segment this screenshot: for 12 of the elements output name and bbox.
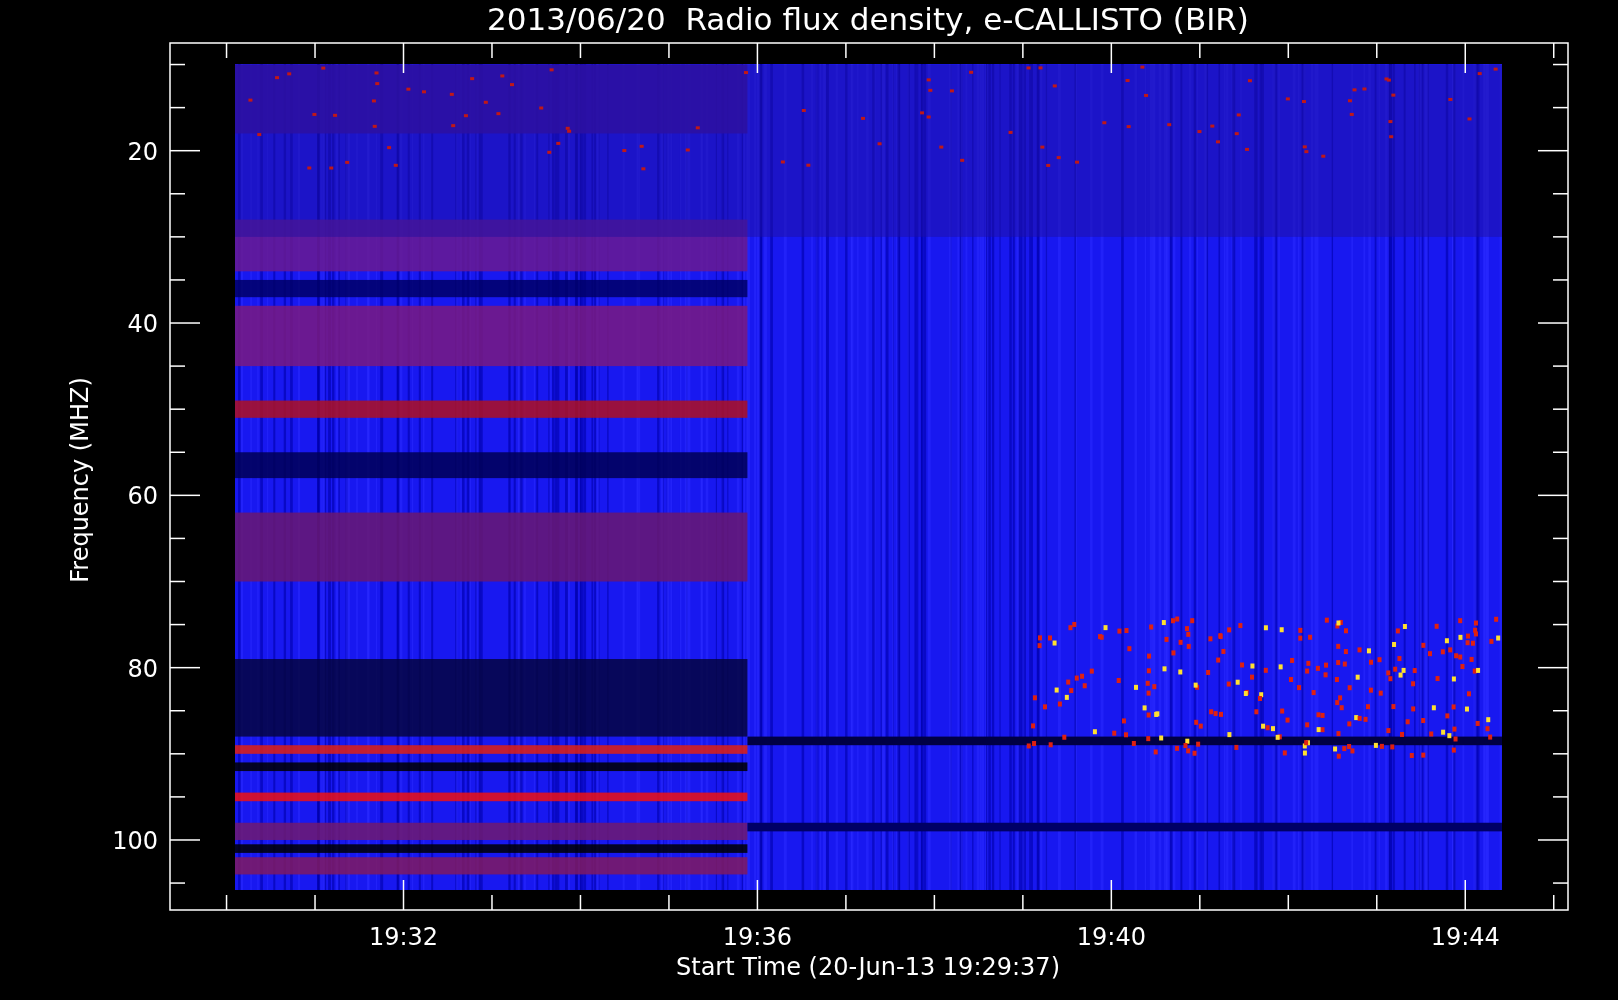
y-tick-label: 60	[127, 482, 158, 511]
x-tick-label: 19:44	[1430, 923, 1500, 951]
y-tick-label: 80	[127, 654, 158, 683]
x-tick-label: 19:32	[368, 923, 439, 951]
y-tick-label: 40	[127, 310, 158, 338]
x-tick-label: 19:36	[722, 923, 792, 951]
chart-title: 2013/06/20 Radio flux density, e-CALLISTO (BIR)	[487, 1, 1249, 37]
y-tick-label: 20	[127, 137, 158, 166]
y-tick-label: 100	[112, 827, 158, 855]
x-tick-label: 19:40	[1076, 923, 1146, 951]
y-axis-label: Frequency (MHZ)	[66, 377, 94, 583]
x-axis-label: Start Time (20-Jun-13 19:29:37)	[676, 953, 1060, 981]
